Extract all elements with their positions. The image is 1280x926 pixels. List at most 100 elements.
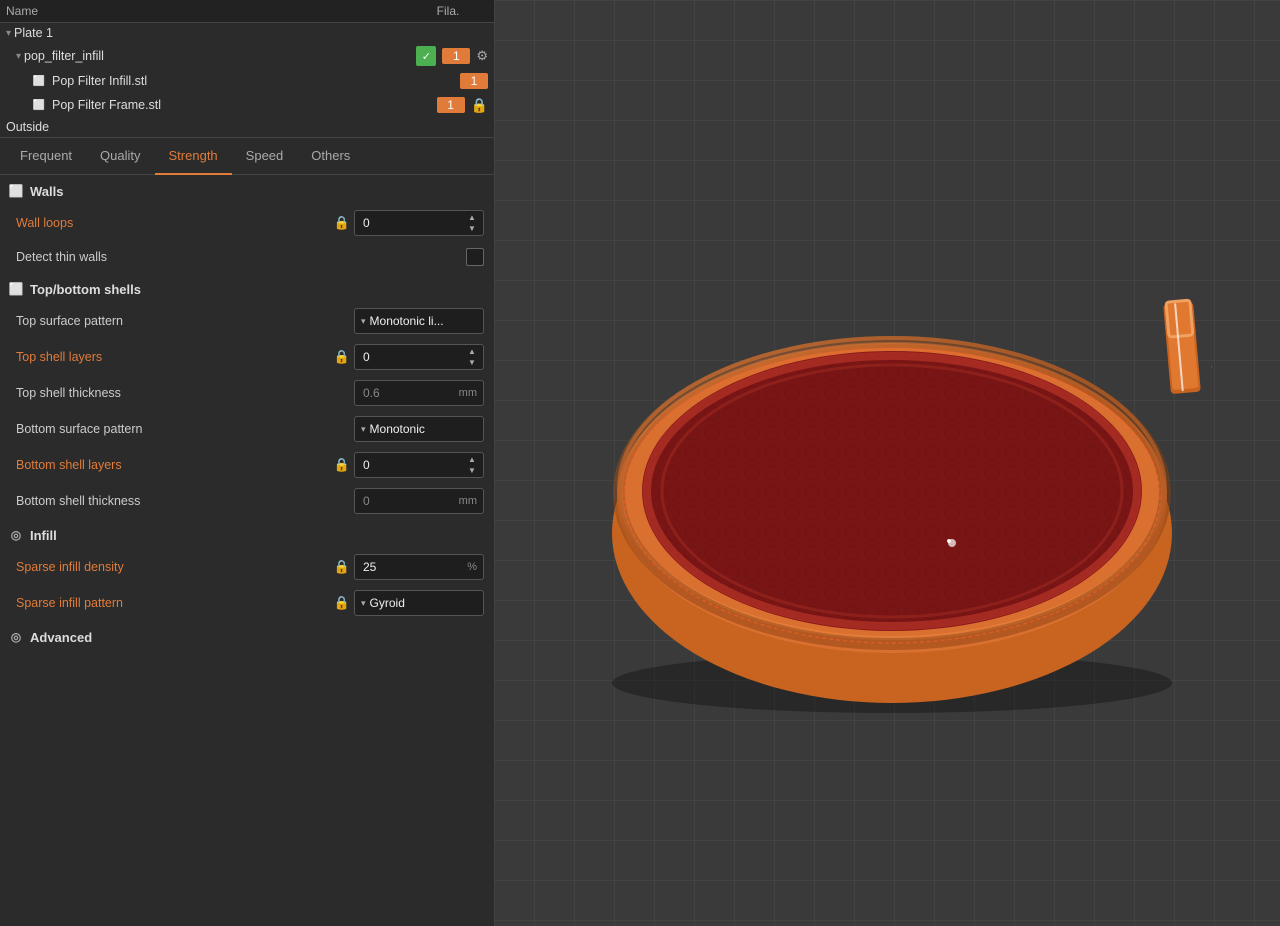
topbottom-section-header: ⬜ Top/bottom shells (0, 273, 494, 303)
detect-thin-walls-control (466, 248, 484, 266)
sparse-infill-density-lock[interactable]: 🔒 (334, 559, 350, 575)
sparse-infill-pattern-control: 🔒 ▾ Gyroid (334, 590, 484, 616)
bottom-shell-thickness-spinbox[interactable]: 0 mm (354, 488, 484, 514)
fila-num-3: 1 (437, 97, 465, 113)
tree-header: Name Fila. (0, 0, 494, 23)
fila-num-2: 1 (460, 73, 488, 89)
wall-loops-row: Wall loops 🔒 0 ▲ ▼ (0, 205, 494, 241)
viewport[interactable] (494, 0, 1280, 926)
bottom-surface-pattern-dropdown[interactable]: ▾ Monotonic (354, 416, 484, 442)
tree-item-outside[interactable]: Outside (0, 117, 494, 137)
tab-quality[interactable]: Quality (86, 138, 154, 175)
top-shell-layers-label: Top shell layers (16, 350, 334, 364)
top-surface-pattern-dropdown[interactable]: ▾ Monotonic li... (354, 308, 484, 334)
settings-panel: ⬜ Walls Wall loops 🔒 0 ▲ ▼ (0, 175, 494, 926)
tree-item-pop-filter-infill-stl[interactable]: ⬜ Pop Filter Infill.stl 1 (0, 69, 494, 93)
stl-icon-2: ⬜ (30, 96, 48, 114)
sparse-infill-density-label: Sparse infill density (16, 560, 334, 574)
bottom-shell-thickness-unit: mm (459, 495, 479, 507)
top-surface-pattern-label: Top surface pattern (16, 314, 354, 328)
bottom-surface-pattern-value: Monotonic (370, 422, 477, 436)
bottom-shell-thickness-control: 0 mm (354, 488, 484, 514)
top-shell-thickness-unit: mm (459, 387, 479, 399)
bottom-surface-pattern-label: Bottom surface pattern (16, 422, 354, 436)
outside-label: Outside (6, 120, 488, 134)
fila-num-1: 1 (442, 48, 470, 64)
bottom-shell-layers-value: 0 (359, 458, 465, 472)
bottom-shell-layers-control: 🔒 0 ▲ ▼ (334, 452, 484, 478)
wall-loops-spinbox[interactable]: 0 ▲ ▼ (354, 210, 484, 236)
wall-loops-down[interactable]: ▼ (465, 224, 479, 234)
sparse-infill-density-spinbox[interactable]: 25 % (354, 554, 484, 580)
visibility-check[interactable]: ✓ (416, 46, 436, 66)
wall-loops-arrows[interactable]: ▲ ▼ (465, 213, 479, 234)
topbottom-title: Top/bottom shells (30, 282, 141, 297)
tree-item-pop-filter-frame-stl[interactable]: ⬜ Pop Filter Frame.stl 1 🔒 (0, 93, 494, 117)
detect-thin-walls-checkbox[interactable] (466, 248, 484, 266)
tree-item-plate1[interactable]: ▾ Plate 1 (0, 23, 494, 43)
walls-icon: ⬜ (8, 183, 24, 199)
detect-thin-walls-row: Detect thin walls (0, 241, 494, 273)
top-shell-layers-value: 0 (359, 350, 465, 364)
infill-icon: ◎ (8, 527, 24, 543)
infill-section-header: ◎ Infill (0, 519, 494, 549)
bottom-shell-thickness-row: Bottom shell thickness 0 mm (0, 483, 494, 519)
sparse-infill-pattern-dropdown[interactable]: ▾ Gyroid (354, 590, 484, 616)
sparse-infill-density-value: 25 (359, 560, 467, 574)
tabs-bar: Frequent Quality Strength Speed Others (0, 138, 494, 175)
top-shell-layers-row: Top shell layers 🔒 0 ▲ ▼ (0, 339, 494, 375)
tree-header-fila: Fila. (408, 4, 488, 18)
tab-strength[interactable]: Strength (155, 138, 232, 175)
top-shell-layers-lock[interactable]: 🔒 (334, 349, 350, 365)
lock-icon-frame: 🔒 (471, 97, 488, 114)
bottom-shell-layers-row: Bottom shell layers 🔒 0 ▲ ▼ (0, 447, 494, 483)
stl-icon: ⬜ (30, 72, 48, 90)
wall-loops-value: 0 (359, 216, 465, 230)
top-shell-thickness-spinbox[interactable]: 0.6 mm (354, 380, 484, 406)
top-shell-layers-arrows[interactable]: ▲ ▼ (465, 347, 479, 368)
top-shell-layers-control: 🔒 0 ▲ ▼ (334, 344, 484, 370)
top-shell-thickness-row: Top shell thickness 0.6 mm (0, 375, 494, 411)
settings-icon: ⚙ (476, 48, 488, 64)
bottom-shell-layers-arrows[interactable]: ▲ ▼ (465, 455, 479, 476)
advanced-icon: ◎ (8, 629, 24, 645)
tab-others[interactable]: Others (297, 138, 364, 175)
advanced-section-header: ◎ Advanced (0, 621, 494, 651)
tab-speed[interactable]: Speed (232, 138, 298, 175)
bottom-shell-layers-spinbox[interactable]: 0 ▲ ▼ (354, 452, 484, 478)
pop-filter-infill-stl-label: Pop Filter Infill.stl (52, 74, 458, 88)
top-surface-pattern-control: ▾ Monotonic li... (354, 308, 484, 334)
top-shell-layers-down[interactable]: ▼ (465, 358, 479, 368)
top-shell-layers-spinbox[interactable]: 0 ▲ ▼ (354, 344, 484, 370)
top-shell-layers-up[interactable]: ▲ (465, 347, 479, 357)
bottom-shell-layers-up[interactable]: ▲ (465, 455, 479, 465)
sparse-infill-pattern-row: Sparse infill pattern 🔒 ▾ Gyroid (0, 585, 494, 621)
sparse-infill-density-row: Sparse infill density 🔒 25 % (0, 549, 494, 585)
wall-loops-up[interactable]: ▲ (465, 213, 479, 223)
bottom-shell-layers-lock[interactable]: 🔒 (334, 457, 350, 473)
dropdown-chevron-1: ▾ (361, 316, 366, 327)
bottom-shell-thickness-label: Bottom shell thickness (16, 494, 354, 508)
walls-title: Walls (30, 184, 63, 199)
dropdown-chevron-2: ▾ (361, 424, 366, 435)
sparse-infill-pattern-value: Gyroid (370, 596, 477, 610)
walls-section-header: ⬜ Walls (0, 175, 494, 205)
top-shell-thickness-control: 0.6 mm (354, 380, 484, 406)
tab-frequent[interactable]: Frequent (6, 138, 86, 175)
bottom-surface-pattern-row: Bottom surface pattern ▾ Monotonic (0, 411, 494, 447)
sparse-infill-pattern-label: Sparse infill pattern (16, 596, 334, 610)
bottom-shell-layers-label: Bottom shell layers (16, 458, 334, 472)
top-shell-thickness-label: Top shell thickness (16, 386, 354, 400)
3d-object (562, 223, 1212, 723)
tree-item-pop-filter-infill[interactable]: ▾ pop_filter_infill ✓ 1 ⚙ (0, 43, 494, 69)
tree-header-name: Name (6, 4, 408, 18)
bottom-shell-layers-down[interactable]: ▼ (465, 466, 479, 476)
wall-loops-control: 🔒 0 ▲ ▼ (334, 210, 484, 236)
sparse-infill-pattern-lock[interactable]: 🔒 (334, 595, 350, 611)
pop-filter-infill-label: pop_filter_infill (24, 49, 416, 63)
wall-loops-lock[interactable]: 🔒 (334, 215, 350, 231)
expand-icon: ▾ (6, 28, 11, 39)
wall-loops-label: Wall loops (16, 216, 334, 230)
advanced-title: Advanced (30, 630, 92, 645)
top-surface-pattern-value: Monotonic li... (370, 314, 477, 328)
